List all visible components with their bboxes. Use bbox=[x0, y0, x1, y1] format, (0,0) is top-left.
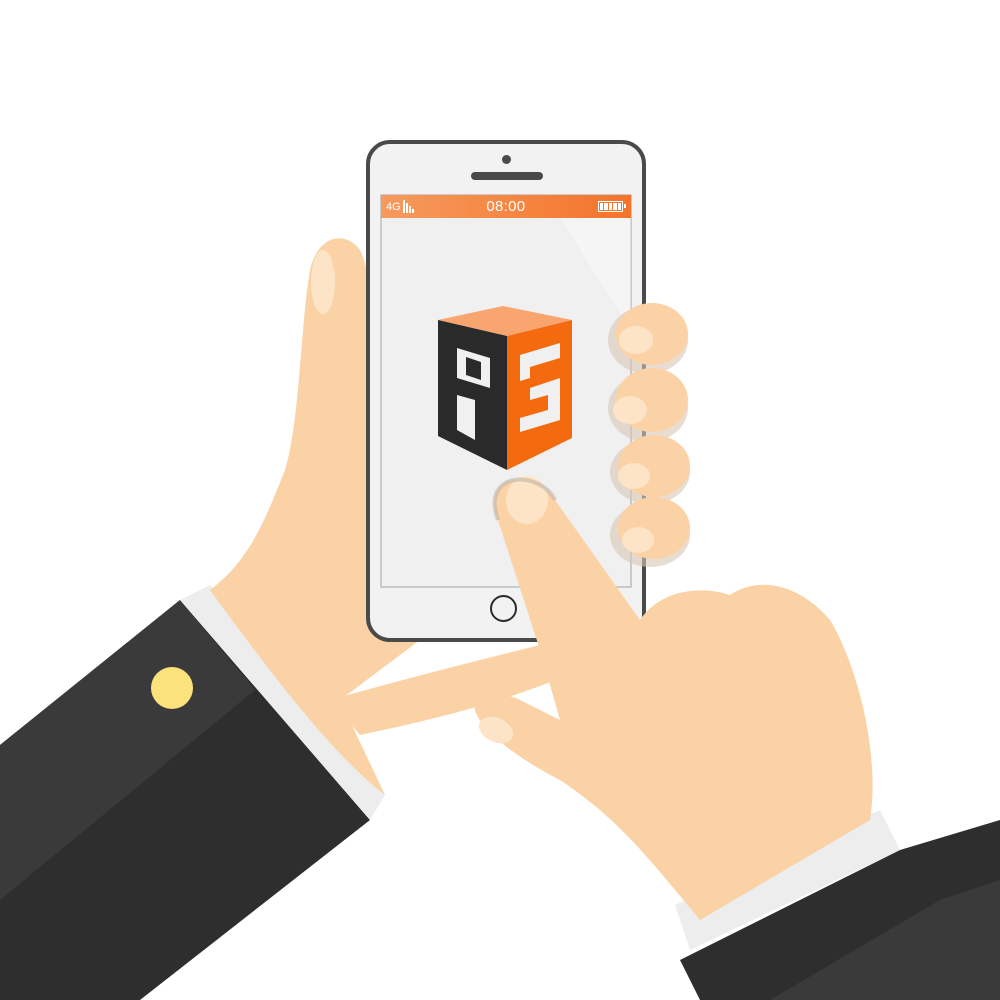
signal-bars-icon bbox=[402, 200, 414, 213]
earpiece-speaker bbox=[471, 172, 543, 180]
network-label: 4G bbox=[386, 201, 401, 213]
illustration: 4G 08:00 bbox=[0, 0, 1000, 1000]
battery-full-icon bbox=[597, 201, 626, 212]
ps-cube-logo bbox=[438, 306, 572, 470]
hands-holding-phone-illustration bbox=[0, 140, 1000, 1000]
network-indicator: 4G bbox=[386, 200, 414, 213]
home-button-icon[interactable] bbox=[490, 595, 517, 622]
status-time: 08:00 bbox=[486, 198, 526, 215]
cufflink bbox=[151, 667, 193, 709]
status-bar: 4G 08:00 bbox=[381, 195, 631, 218]
front-camera bbox=[502, 155, 511, 164]
